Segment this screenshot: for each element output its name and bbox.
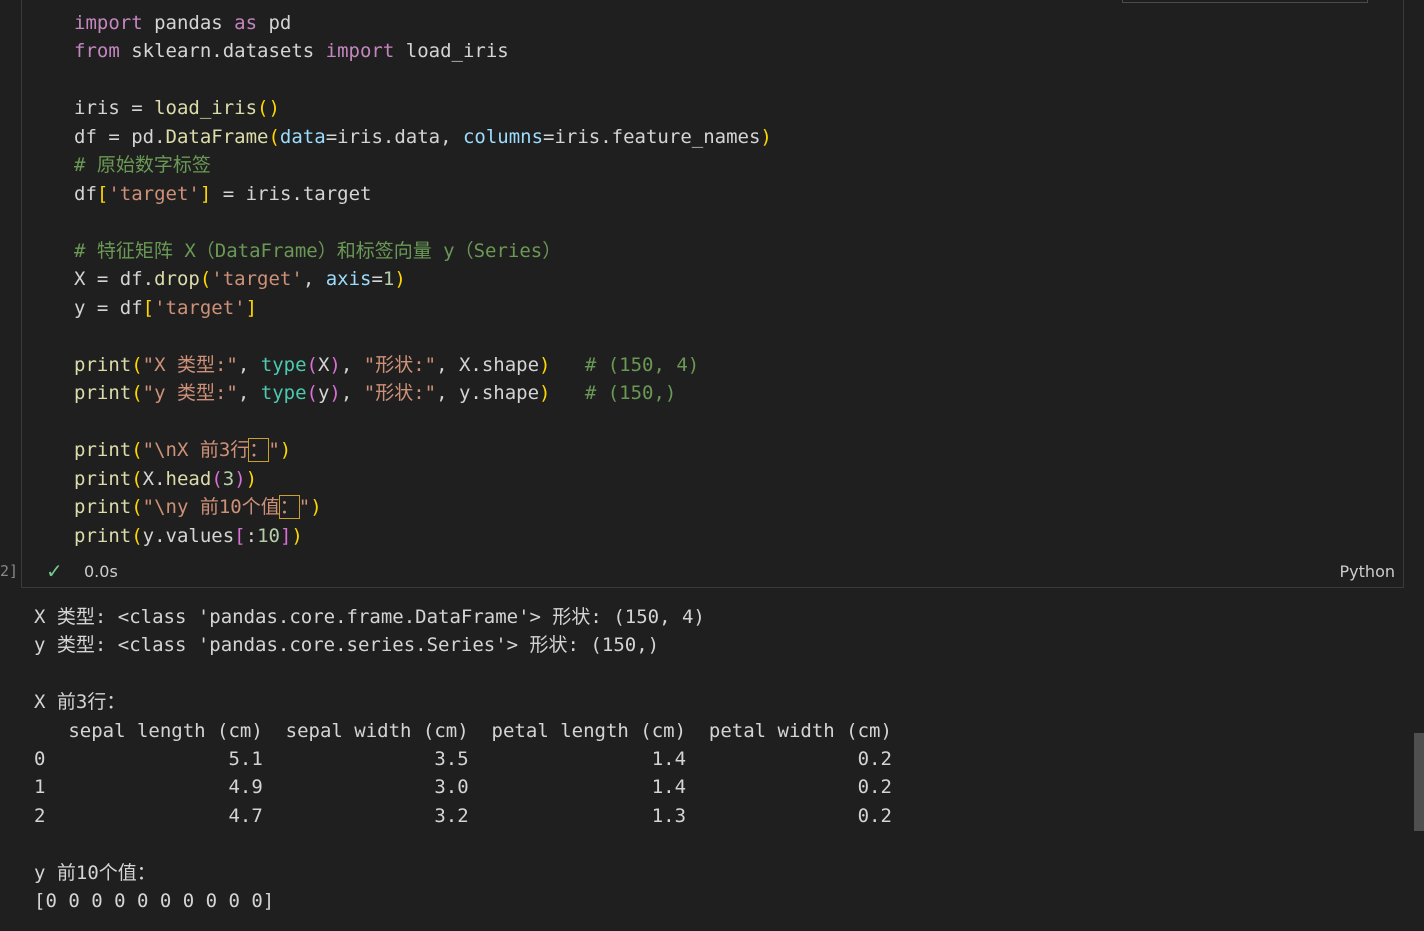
output-line: X 前3行： <box>34 691 126 714</box>
check-icon: ✓ <box>46 559 63 583</box>
code-line: df['target'] = iris.target <box>74 183 372 205</box>
output-line: X 类型: <class 'pandas.core.frame.DataFram… <box>34 606 705 628</box>
output-line: 2 4.7 3.2 1.3 0.2 <box>34 804 892 827</box>
code-line: from sklearn.datasets import load_iris <box>74 40 509 62</box>
code-line: print(X.head(3)) <box>74 468 258 490</box>
code-line: df = pd.DataFrame(data=iris.data, column… <box>74 126 772 148</box>
code-editor[interactable]: import pandas as pd from sklearn.dataset… <box>22 0 1403 555</box>
cell-toolbar-edge <box>1122 0 1368 3</box>
code-line: import pandas as pd <box>74 12 292 34</box>
code-line: print("\ny 前10个值：") <box>74 495 322 519</box>
code-line: print(y.values[:10]) <box>74 525 303 547</box>
output-line: y 前10个值： <box>34 861 156 884</box>
code-line: print("y 类型:", type(y), "形状:", y.shape) … <box>74 382 677 404</box>
output-line: [0 0 0 0 0 0 0 0 0 0] <box>34 890 275 913</box>
code-line: y = df['target'] <box>74 297 258 319</box>
cell-output: X 类型: <class 'pandas.core.frame.DataFram… <box>34 603 892 915</box>
execution-time: 0.0s <box>84 562 118 581</box>
ambiguous-char-highlight: ： <box>278 495 300 519</box>
language-selector[interactable]: Python <box>1340 562 1395 581</box>
code-comment: # 特征矩阵 X（DataFrame）和标签向量 y（Series） <box>74 240 562 262</box>
output-line: y 类型: <class 'pandas.core.series.Series'… <box>34 634 660 657</box>
code-line: print("X 类型:", type(X), "形状:", X.shape) … <box>74 354 700 376</box>
output-scrollbar[interactable] <box>1414 733 1424 831</box>
execution-count: 2] <box>0 562 19 580</box>
code-line: iris = load_iris() <box>74 97 280 119</box>
ambiguous-char-highlight: ： <box>248 438 270 462</box>
code-comment: # 原始数字标签 <box>74 154 211 176</box>
code-line: X = df.drop('target', axis=1) <box>74 268 406 290</box>
output-line: 0 5.1 3.5 1.4 0.2 <box>34 748 892 771</box>
output-line: sepal length (cm) sepal width (cm) petal… <box>34 719 892 742</box>
code-line: print("\nX 前3行：") <box>74 438 292 462</box>
cell-status-bar: ✓ 0.0s Python <box>22 555 1403 588</box>
code-cell[interactable]: import pandas as pd from sklearn.dataset… <box>21 0 1404 588</box>
output-line: 1 4.9 3.0 1.4 0.2 <box>34 776 892 799</box>
